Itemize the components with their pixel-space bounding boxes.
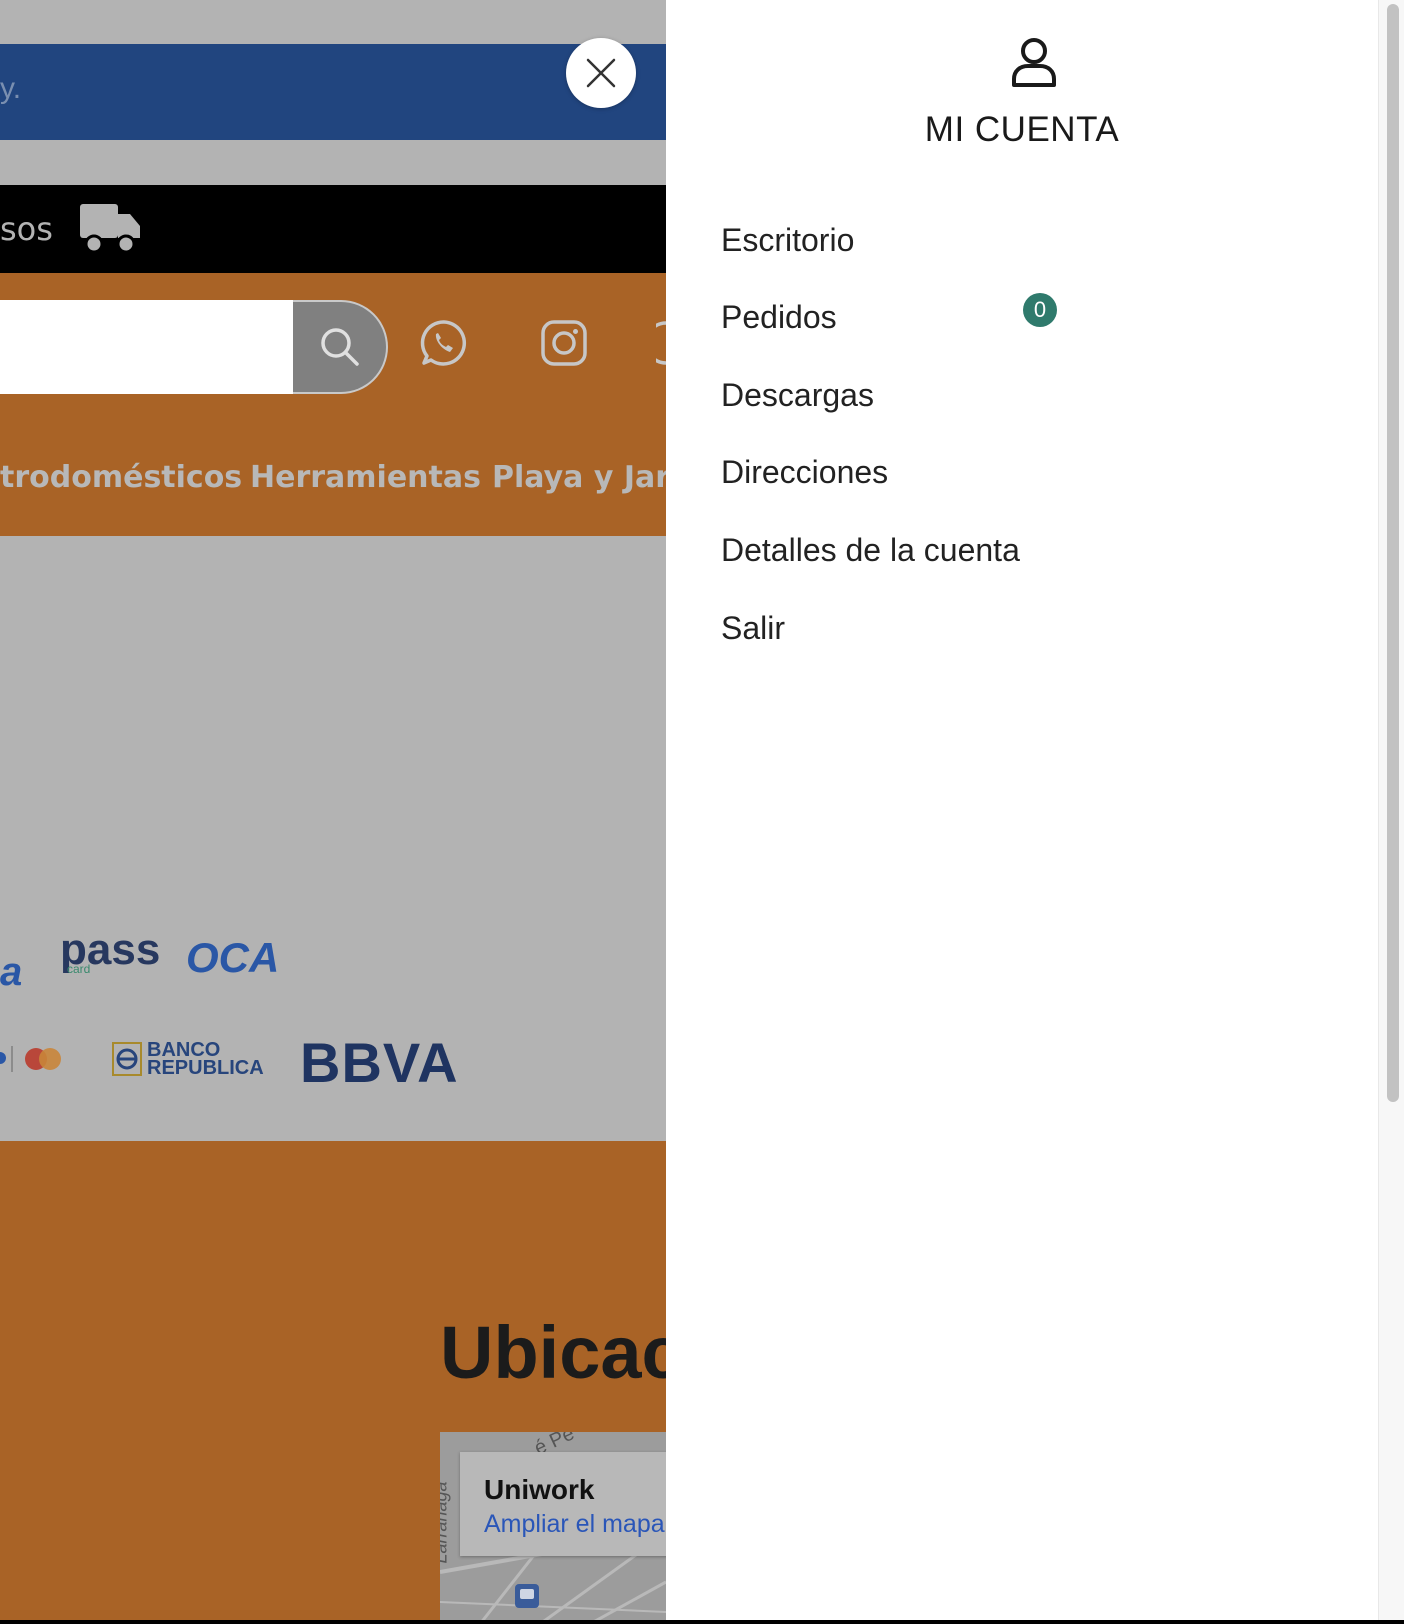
page-top-strip [0,0,666,44]
map-place-name: Uniwork [484,1474,595,1505]
promo-banner [0,44,666,140]
social-icon-partial[interactable] [656,318,666,368]
close-panel-button[interactable] [566,38,636,108]
close-icon [586,58,616,88]
whatsapp-icon[interactable] [419,318,469,368]
search-button[interactable] [293,300,388,394]
panel-title: MI CUENTA [924,110,1120,149]
menu-item-pedidos[interactable]: Pedidos [721,299,837,336]
orders-count-badge: 0 [1023,293,1057,327]
nav-link-electrodomesticos[interactable]: trodomésticos [0,460,242,495]
banco-republica-emblem [112,1042,142,1076]
passcard-logo-sub: card [67,962,91,976]
menu-item-escritorio[interactable]: Escritorio [721,222,854,259]
shipping-text: sos [0,210,53,248]
payment-logo-partial: a [0,950,23,994]
enlarge-map-link[interactable]: Ampliar el mapa [484,1510,665,1539]
truck-icon [80,204,140,254]
search-icon [321,328,359,366]
menu-item-salir[interactable]: Salir [721,610,785,647]
page-gap [0,140,666,185]
promo-banner-text: y. [0,72,22,105]
mastercard-logo [0,1046,61,1072]
scrollbar-thumb[interactable] [1387,4,1399,1102]
location-map[interactable]: é Pe Larrañaga Uniwork Ampliar el mapa [440,1432,666,1624]
menu-item-descargas[interactable]: Descargas [721,377,874,414]
section-title: Ubicac [440,1311,683,1394]
window-bottom-edge [0,1620,1404,1624]
nav-link-herramientas[interactable]: Herramientas [250,460,481,495]
menu-item-direcciones[interactable]: Direcciones [721,454,888,491]
vertical-scrollbar[interactable] [1378,0,1404,1624]
account-panel: MI CUENTA Escritorio Pedidos 0 Descargas… [666,0,1378,1624]
map-street-label-side: Larrañaga [440,1481,451,1564]
nav-link-playa-jardin[interactable]: Playa y Jard [492,460,692,495]
oca-logo: OCA [186,934,280,981]
menu-item-detalles-cuenta[interactable]: Detalles de la cuenta [721,532,1020,569]
user-icon [1012,38,1056,87]
map-info-card: Uniwork Ampliar el mapa [460,1452,666,1556]
instagram-icon[interactable] [539,318,589,368]
bbva-logo: BBVA [300,1031,459,1094]
search-input[interactable] [0,300,296,394]
banco-republica-logo-line2: REPUBLICA [147,1057,264,1079]
